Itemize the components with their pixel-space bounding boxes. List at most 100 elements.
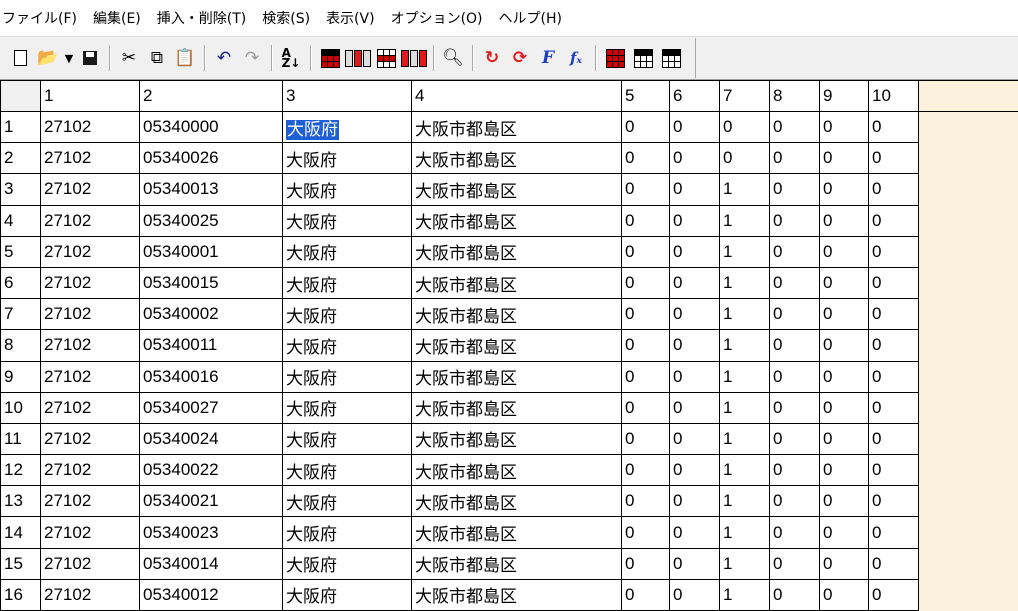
grid-cell[interactable]: 0 [621,422,670,456]
grid-cell[interactable]: 1 [719,391,770,424]
grid-cell[interactable]: 0 [669,360,720,393]
grid-cell[interactable]: 0 [819,298,869,331]
corner-cell[interactable] [0,80,41,112]
grid-cell[interactable]: 0 [819,142,869,175]
grid-cell[interactable]: 0 [819,516,869,549]
grid-cell[interactable]: 0 [621,204,670,237]
grid-cell[interactable]: 0 [868,485,919,518]
grid-cell[interactable]: 大阪市都島区 [411,110,622,144]
grid-cell[interactable]: 1 [719,235,770,268]
grid-cell[interactable]: 0 [819,360,869,393]
grid-cell[interactable]: 0 [868,578,919,611]
grid-cell[interactable]: 0 [868,204,919,237]
grid-cell[interactable]: 05340000 [139,110,283,144]
grid-cell[interactable]: 0 [868,516,919,549]
row-header[interactable]: 10 [0,391,41,424]
grid-cell[interactable]: 0 [621,360,670,393]
dropdown-arrow-icon[interactable]: ▼ [62,44,76,72]
grid-cell[interactable]: 0 [769,298,820,331]
grid-cell[interactable]: 大阪市都島区 [411,578,622,611]
grid-cell-selected[interactable]: 大阪府 [282,110,412,144]
grid-cell[interactable]: 大阪府 [282,454,412,487]
row-header[interactable]: 14 [0,516,41,549]
insert-column-icon[interactable] [344,44,372,72]
grid-cell[interactable]: 0 [621,547,670,580]
grid-cell[interactable]: 27102 [40,110,140,144]
grid-cell[interactable]: 1 [719,360,770,393]
grid-cell[interactable]: 05340024 [139,422,283,456]
grid-cell[interactable]: 0 [819,235,869,268]
grid-cell[interactable]: 0 [769,422,820,456]
grid-cell[interactable]: 0 [621,391,670,424]
open-folder-icon[interactable]: 📂 [34,44,62,72]
column-header[interactable]: 8 [769,80,820,112]
grid-cell[interactable]: 1 [719,516,770,549]
grid-cell[interactable]: 0 [819,454,869,487]
recalc-all-icon[interactable]: ⟳ [506,44,534,72]
column-header[interactable]: 10 [868,80,919,112]
grid-cell[interactable]: 0 [769,391,820,424]
grid-cell[interactable]: 0 [769,578,820,611]
grid-cell[interactable]: 大阪市都島区 [411,547,622,580]
grid-cell[interactable]: 0 [669,547,720,580]
grid-cell[interactable]: 27102 [40,391,140,424]
row-header[interactable]: 16 [0,578,41,611]
row-header[interactable]: 11 [0,422,41,456]
grid-cell[interactable]: 27102 [40,360,140,393]
grid-cell[interactable]: 1 [719,173,770,206]
grid-cell[interactable]: 大阪府 [282,547,412,580]
grid-cell[interactable]: 0 [669,110,720,144]
grid-cell[interactable]: 27102 [40,142,140,175]
grid-cell[interactable]: 大阪府 [282,360,412,393]
grid-cell[interactable]: 05340025 [139,204,283,237]
grid-cell[interactable]: 0 [769,485,820,518]
grid-cell[interactable]: 0 [769,173,820,206]
grid-cell[interactable]: 0 [819,329,869,362]
column-header[interactable]: 6 [669,80,720,112]
grid-cell[interactable]: 大阪府 [282,235,412,268]
grid-cell[interactable]: 0 [769,329,820,362]
grid-cell[interactable]: 27102 [40,235,140,268]
column-header[interactable]: 2 [139,80,283,112]
grid-cell[interactable]: 05340023 [139,516,283,549]
menu-insert-delete[interactable]: 挿入・削除(T) [157,8,246,28]
row-header[interactable]: 15 [0,547,41,580]
grid-cell[interactable]: 大阪府 [282,142,412,175]
grid-cell[interactable]: 0 [868,360,919,393]
grid-cell[interactable]: 05340015 [139,266,283,300]
grid-cell[interactable]: 0 [621,266,670,300]
grid-cell[interactable]: 0 [669,235,720,268]
grid-cell[interactable]: 05340014 [139,547,283,580]
row-header[interactable]: 4 [0,204,41,237]
grid-cell[interactable]: 27102 [40,485,140,518]
grid-cell[interactable]: 0 [621,235,670,268]
grid-cell[interactable]: 大阪府 [282,173,412,206]
grid-cell[interactable]: 大阪府 [282,266,412,300]
grid-cell[interactable]: 05340026 [139,142,283,175]
grid-cell[interactable]: 大阪府 [282,391,412,424]
row-header[interactable]: 13 [0,485,41,518]
grid-cell[interactable]: 1 [719,485,770,518]
delete-row-icon[interactable] [372,44,400,72]
grid-cell[interactable]: 27102 [40,547,140,580]
grid-cell[interactable]: 1 [719,422,770,456]
grid-cell[interactable]: 大阪市都島区 [411,422,622,456]
cut-icon[interactable]: ✂ [115,44,143,72]
grid-cell[interactable]: 27102 [40,173,140,206]
undo-icon[interactable]: ↶ [210,44,238,72]
grid-cell[interactable]: 大阪市都島区 [411,516,622,549]
grid-cell[interactable]: 0 [669,422,720,456]
grid-cell[interactable]: 0 [621,298,670,331]
grid-cell[interactable]: 大阪府 [282,204,412,237]
grid-cell[interactable]: 大阪市都島区 [411,485,622,518]
grid-cell[interactable]: 0 [868,142,919,175]
grid-cell[interactable]: 0 [819,578,869,611]
grid-cell[interactable]: 27102 [40,422,140,456]
grid-cell[interactable]: 0 [819,485,869,518]
grid-cell[interactable]: 0 [669,578,720,611]
row-header[interactable]: 12 [0,454,41,487]
grid-cell[interactable]: 27102 [40,329,140,362]
grid-cell[interactable]: 05340002 [139,298,283,331]
grid-cell[interactable]: 0 [621,142,670,175]
column-header[interactable]: 1 [40,80,140,112]
